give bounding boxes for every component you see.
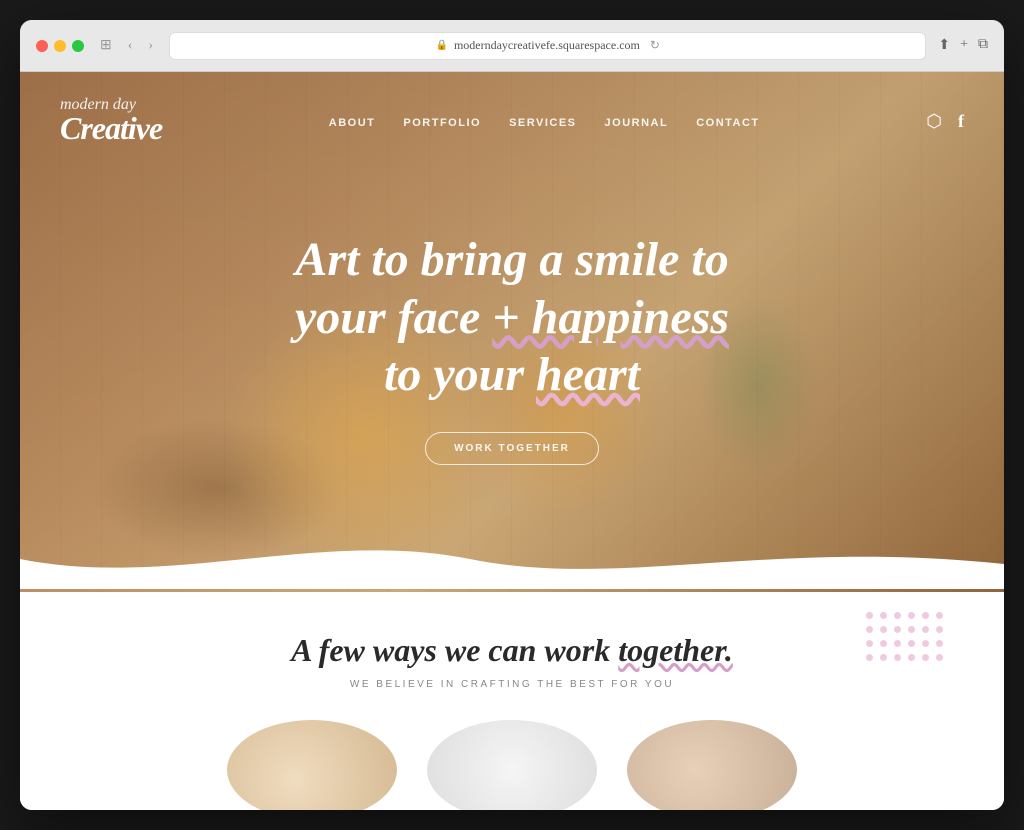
hero-section: modern day Creative ABOUT PORTFOLIO SERV… bbox=[20, 72, 1004, 592]
section-subheading: WE BELIEVE IN CRAFTING THE BEST FOR YOU bbox=[60, 679, 964, 690]
dot bbox=[908, 640, 915, 647]
dot bbox=[866, 612, 873, 619]
browser-actions: ⬆ + ⧉ bbox=[938, 37, 988, 54]
reload-icon[interactable]: ↻ bbox=[650, 38, 660, 53]
dot bbox=[880, 654, 887, 661]
browser-controls: ⊞ ‹ › bbox=[96, 35, 157, 56]
section-heading-together: together. bbox=[618, 632, 733, 668]
dot bbox=[894, 612, 901, 619]
dot bbox=[866, 654, 873, 661]
address-bar[interactable]: 🔒 moderndaycreativefe.squarespace.com ↻ bbox=[169, 32, 926, 60]
dot bbox=[922, 654, 929, 661]
nav-link-journal[interactable]: JOURNAL bbox=[605, 117, 669, 129]
nav-item-journal[interactable]: JOURNAL bbox=[605, 113, 669, 131]
logo-script: modern day bbox=[60, 96, 162, 114]
hero-highlight-face: + happiness bbox=[492, 291, 729, 344]
minimize-button[interactable] bbox=[54, 40, 66, 52]
navigation: modern day Creative ABOUT PORTFOLIO SERV… bbox=[20, 72, 1004, 171]
card-1[interactable] bbox=[227, 720, 397, 810]
dot bbox=[894, 640, 901, 647]
website-content: modern day Creative ABOUT PORTFOLIO SERV… bbox=[20, 72, 1004, 810]
dot bbox=[936, 654, 943, 661]
instagram-icon[interactable]: ⬡ bbox=[926, 111, 942, 132]
nav-link-services[interactable]: SERVICES bbox=[509, 117, 576, 129]
nav-link-portfolio[interactable]: PORTFOLIO bbox=[403, 117, 481, 129]
url-text: moderndaycreativefe.squarespace.com bbox=[454, 38, 640, 53]
nav-link-about[interactable]: ABOUT bbox=[329, 117, 376, 129]
nav-item-services[interactable]: SERVICES bbox=[509, 113, 576, 131]
hero-heading: Art to bring a smile to your face + happ… bbox=[262, 231, 762, 404]
logo[interactable]: modern day Creative bbox=[60, 96, 162, 147]
card-3[interactable] bbox=[627, 720, 797, 810]
dot bbox=[908, 654, 915, 661]
traffic-lights bbox=[36, 40, 84, 52]
card-2[interactable] bbox=[427, 720, 597, 810]
nav-social: ⬡ f bbox=[926, 111, 964, 132]
hero-heading-line1: Art to bring a smile to bbox=[295, 233, 728, 286]
section-heading: A few ways we can work together. bbox=[60, 632, 964, 669]
lock-icon: 🔒 bbox=[436, 40, 448, 51]
dot bbox=[922, 640, 929, 647]
dot bbox=[936, 626, 943, 633]
sidebar-toggle-icon[interactable]: ⊞ bbox=[96, 35, 116, 56]
work-together-button[interactable]: WORK TOGETHER bbox=[425, 432, 599, 465]
tabs-icon[interactable]: ⧉ bbox=[978, 37, 988, 54]
dot bbox=[880, 612, 887, 619]
wave-separator bbox=[20, 529, 1004, 592]
new-tab-icon[interactable]: + bbox=[960, 37, 968, 54]
dot bbox=[936, 640, 943, 647]
nav-item-about[interactable]: ABOUT bbox=[329, 113, 376, 131]
nav-links: ABOUT PORTFOLIO SERVICES JOURNAL CONTACT bbox=[329, 113, 760, 131]
nav-item-portfolio[interactable]: PORTFOLIO bbox=[403, 113, 481, 131]
dots-decoration bbox=[866, 612, 944, 662]
facebook-icon[interactable]: f bbox=[958, 111, 964, 132]
maximize-button[interactable] bbox=[72, 40, 84, 52]
dot bbox=[880, 640, 887, 647]
dots-grid bbox=[866, 612, 944, 662]
hero-highlight-heart: heart bbox=[536, 348, 640, 401]
back-icon[interactable]: ‹ bbox=[124, 36, 137, 56]
section-heading-text: A few ways we can work bbox=[291, 632, 618, 668]
dot bbox=[894, 654, 901, 661]
dot bbox=[922, 626, 929, 633]
share-icon[interactable]: ⬆ bbox=[938, 37, 950, 54]
dot bbox=[880, 626, 887, 633]
bottom-section: A few ways we can work together. WE BELI… bbox=[20, 592, 1004, 810]
hero-heading-line3: to your heart bbox=[384, 348, 640, 401]
dot bbox=[866, 640, 873, 647]
hero-heading-line2: your face + happiness bbox=[295, 291, 729, 344]
dot bbox=[922, 612, 929, 619]
browser-window: ⊞ ‹ › 🔒 moderndaycreativefe.squarespace.… bbox=[20, 20, 1004, 810]
dot bbox=[908, 626, 915, 633]
cards-row bbox=[60, 720, 964, 810]
dot bbox=[866, 626, 873, 633]
close-button[interactable] bbox=[36, 40, 48, 52]
dot bbox=[894, 626, 901, 633]
hero-text: Art to bring a smile to your face + happ… bbox=[20, 171, 1004, 465]
forward-icon[interactable]: › bbox=[144, 36, 157, 56]
dot bbox=[936, 612, 943, 619]
nav-link-contact[interactable]: CONTACT bbox=[696, 117, 759, 129]
logo-main: Creative bbox=[60, 110, 162, 147]
nav-item-contact[interactable]: CONTACT bbox=[696, 113, 759, 131]
browser-chrome: ⊞ ‹ › 🔒 moderndaycreativefe.squarespace.… bbox=[20, 20, 1004, 72]
dot bbox=[908, 612, 915, 619]
